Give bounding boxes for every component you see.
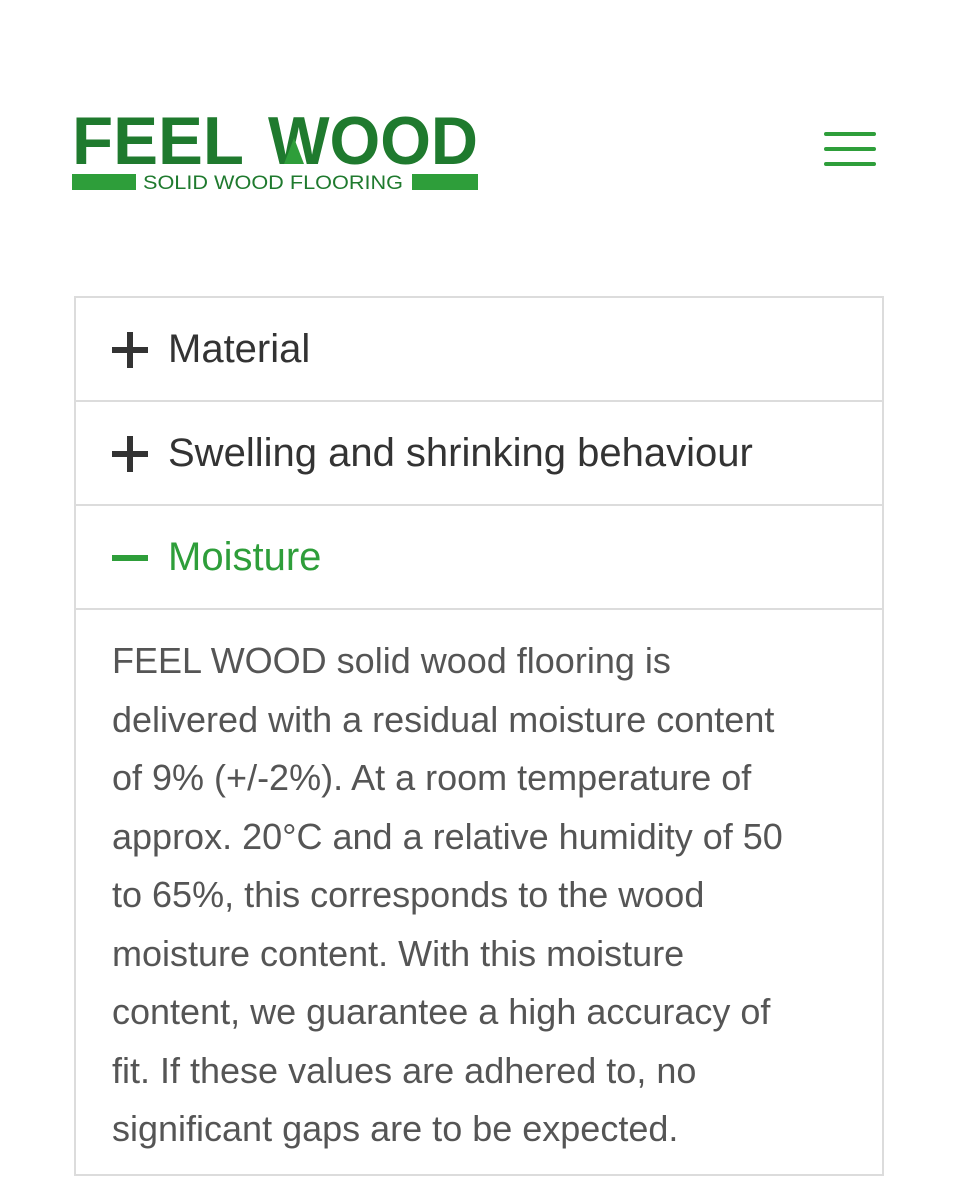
moisture-text: FEEL WOOD solid wood flooring is deliver… [112, 632, 842, 1159]
text-line: to 65%, this corresponds to the wood [112, 874, 705, 915]
text-line: significant gaps are to be expected. [112, 1108, 679, 1149]
accordion-panel-moisture: FEEL WOOD solid wood flooring is deliver… [76, 610, 882, 1159]
text-line: delivered with a residual moisture conte… [112, 698, 775, 740]
accordion-item-swelling[interactable]: Swelling and shrinking behaviour [76, 402, 882, 506]
accordion-item-label: Swelling and shrinking behaviour [168, 431, 753, 475]
menu-bar [824, 132, 876, 136]
accordion-item-moisture[interactable]: Moisture [76, 506, 882, 610]
accordion-item-material[interactable]: Material [76, 298, 882, 402]
logo-tagline: SOLID WOOD FLOORING [143, 173, 403, 192]
text-line: moisture content. With this moisture [112, 932, 685, 974]
logo-brand-left: FEEL [72, 104, 244, 179]
accordion-item-label: Material [168, 327, 311, 371]
text-line: FEEL WOOD solid wood flooring is [112, 640, 671, 681]
logo-graphic: FEEL WOOD SOLID WOOD FLOORING [72, 104, 478, 192]
text-line: of 9% (+/-2%). At a room temperature of [112, 757, 752, 798]
plus-icon [112, 436, 148, 472]
text-line: approx. 20°C and a relative humidity of … [112, 815, 783, 857]
minus-icon [112, 540, 148, 576]
hamburger-menu-icon[interactable] [824, 130, 876, 170]
menu-bar [824, 147, 876, 151]
logo-brand-right: WOOD [268, 104, 478, 179]
menu-bar [824, 162, 876, 166]
text-line: fit. If these values are adhered to, no [112, 1049, 697, 1091]
logo-bar-left [72, 174, 136, 190]
logo-bar-right [412, 174, 478, 190]
feelwood-logo[interactable]: FEEL WOOD SOLID WOOD FLOORING [72, 104, 478, 192]
accordion: Material Swelling and shrinking behaviou… [74, 296, 884, 1176]
accordion-item-label: Moisture [168, 535, 322, 579]
text-line: content, we guarantee a high accuracy of [112, 991, 771, 1032]
plus-icon [112, 332, 148, 368]
